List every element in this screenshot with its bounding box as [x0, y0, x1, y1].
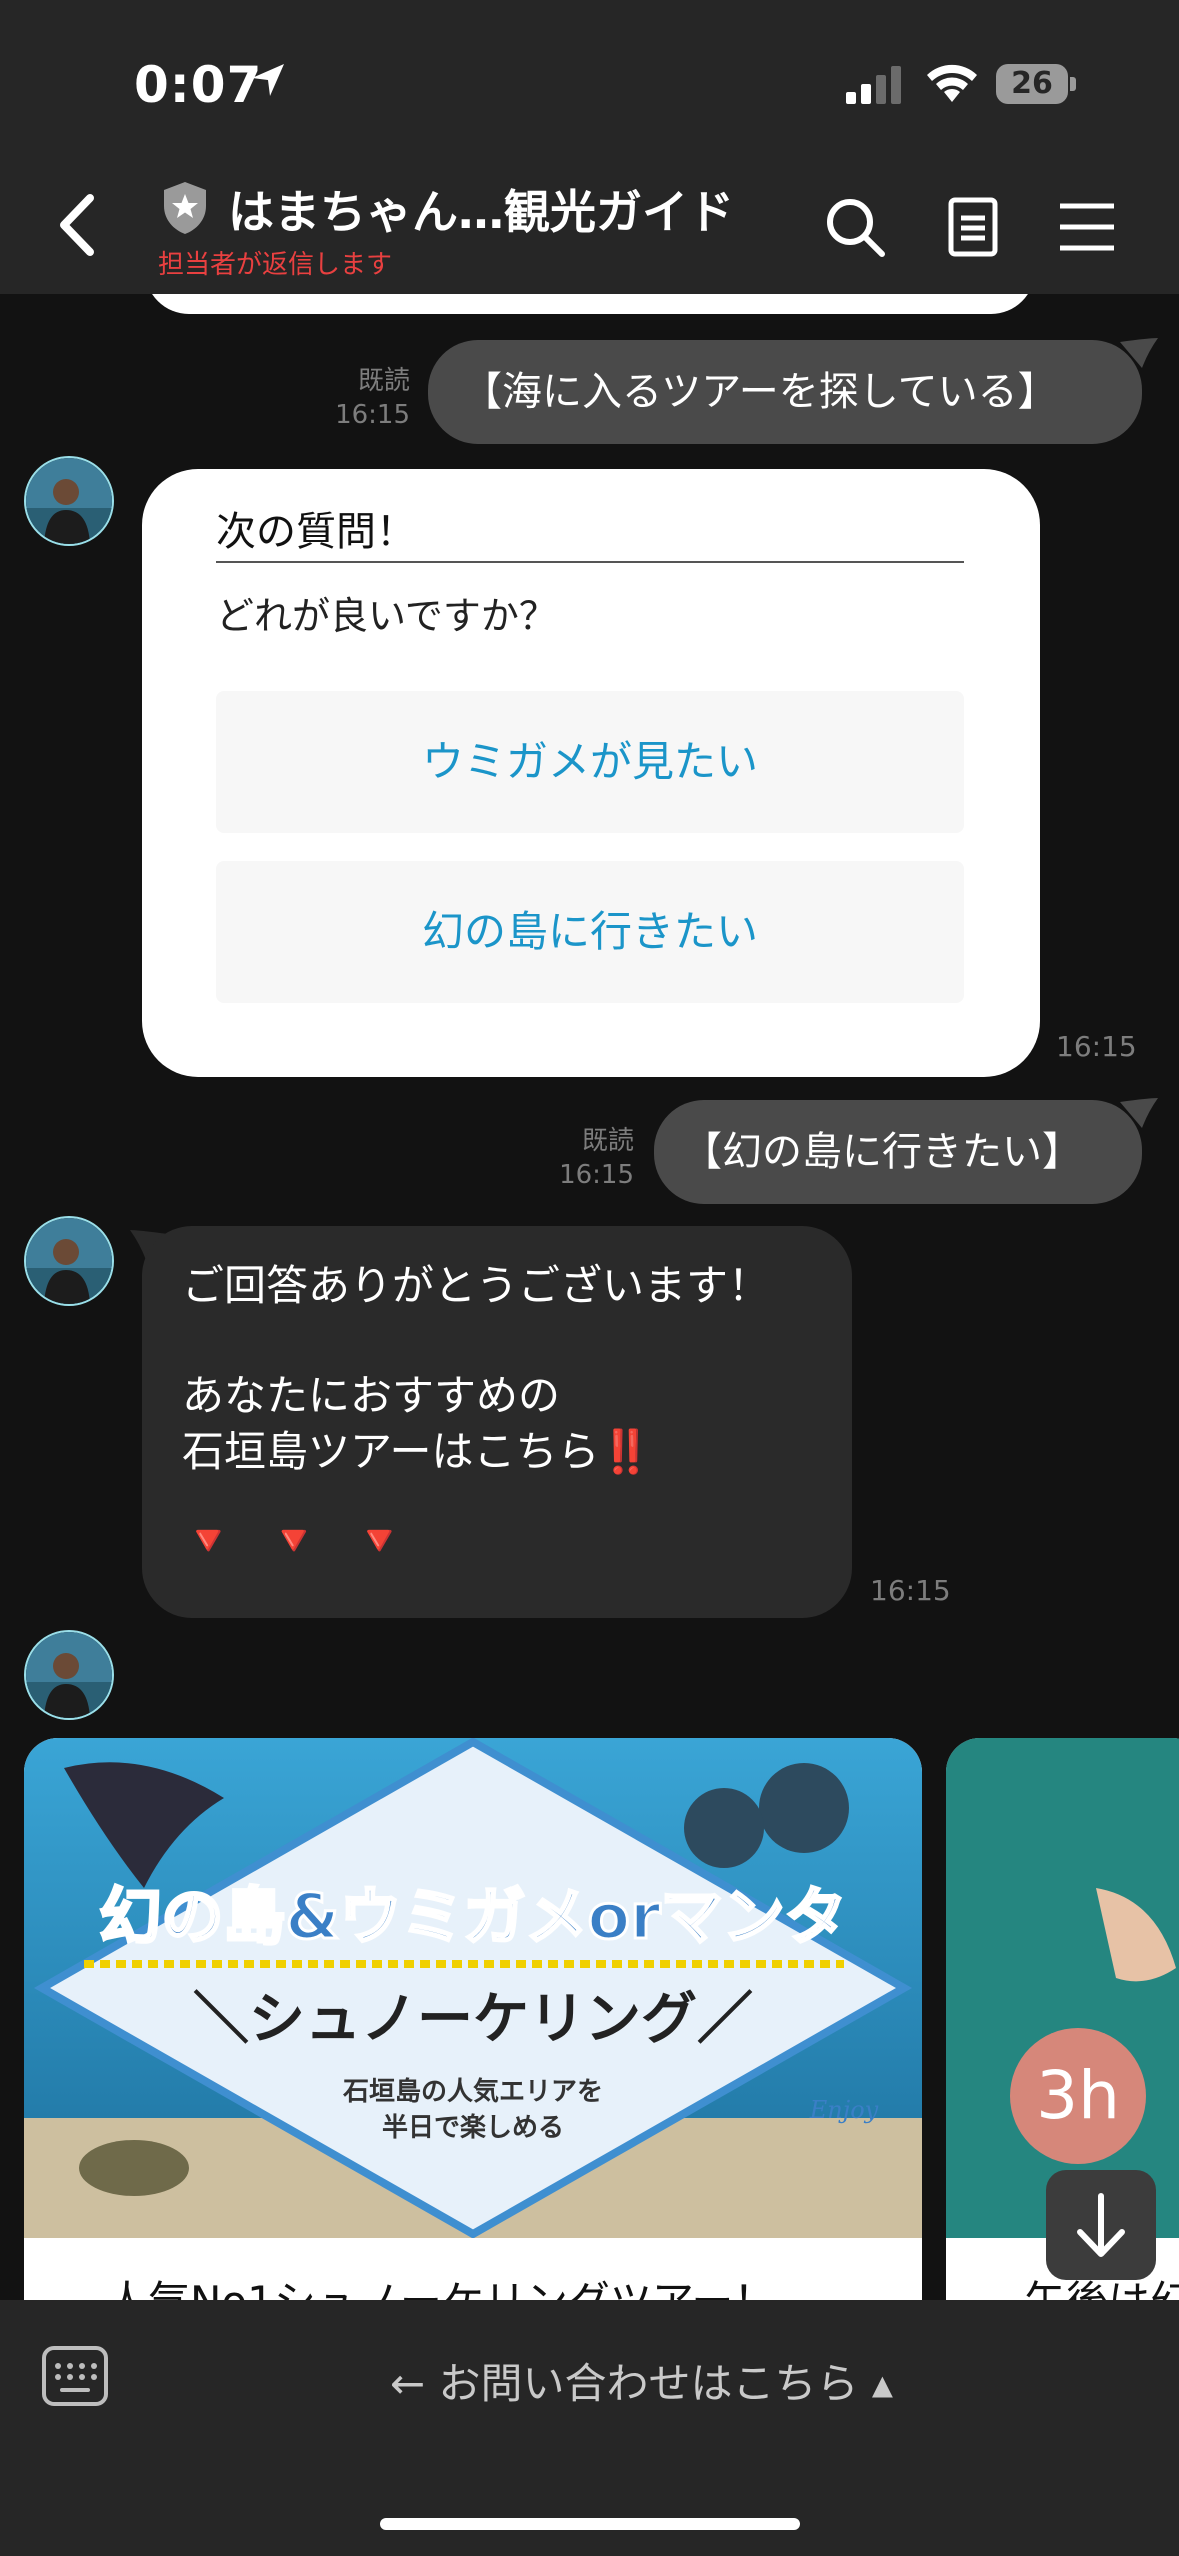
- rich-menu-toggle[interactable]: ← お問い合わせはこちら ▴: [390, 2350, 893, 2411]
- card-prompt: どれが良いですか？: [216, 594, 557, 638]
- avatar[interactable]: [24, 456, 114, 546]
- card-title: 次の質問！: [216, 509, 416, 555]
- read-receipt: 既読 16:15: [335, 366, 410, 430]
- verified-shield-icon: [164, 182, 206, 234]
- down-triangle-icons: 🔻 🔻 🔻: [182, 1516, 416, 1565]
- battery-level: 26: [1011, 66, 1053, 101]
- status-time: 0:07: [134, 56, 263, 114]
- option-button-turtle[interactable]: ウミガメが見たい: [216, 691, 964, 833]
- question-card: 次の質問！ どれが良いですか？ ウミガメが見たい 幻の島に行きたい: [142, 469, 1040, 1077]
- banner-caption: 半日で楽しめる: [382, 2113, 564, 2143]
- tour-banner-image: 幻の島&ウミガメorマンタ ＼シュノーケリング／ 石垣島の人気エリアを 半日で楽…: [24, 1738, 922, 2238]
- avatar[interactable]: [24, 1216, 114, 1306]
- menu-icon[interactable]: [1052, 192, 1122, 262]
- tour-banner-image: [946, 1738, 1179, 2238]
- message-line: 石垣島ツアーはこちら‼️: [182, 1427, 652, 1476]
- wifi-icon: [927, 64, 977, 102]
- previous-message-bubble: [145, 294, 1035, 314]
- keyboard-icon[interactable]: [40, 2344, 110, 2408]
- banner-title: 幻の島&ウミガメorマンタ: [99, 1880, 846, 1953]
- message-time: 16:15: [870, 1574, 951, 1607]
- message-line: ご回答ありがとうございます！: [182, 1261, 771, 1310]
- double-exclamation-icon: ‼️: [599, 1427, 652, 1476]
- avatar[interactable]: [24, 1630, 114, 1720]
- time-badge[interactable]: 3h: [1010, 2028, 1146, 2164]
- user-message-bubble[interactable]: 【幻の島に行きたい】: [654, 1100, 1142, 1204]
- read-receipt: 既読 16:15: [559, 1126, 634, 1190]
- bot-message-bubble[interactable]: ご回答ありがとうございます！ あなたにおすすめの 石垣島ツアーはこちら‼️ 🔻 …: [142, 1226, 852, 1618]
- chat-area[interactable]: 既読 16:15 【海に入るツアーを探している】 次の質問！ どれが良いですか？…: [0, 294, 1179, 2300]
- top-bar: 0:07 26 はまちゃん…観光ガイド 担当者が返信します: [0, 0, 1179, 294]
- cellular-signal-icon: [846, 66, 901, 104]
- banner-caption: 石垣島の人気エリアを: [342, 2076, 603, 2107]
- location-arrow-icon: [252, 64, 284, 96]
- tour-card[interactable]: 幻の島&ウミガメorマンタ ＼シュノーケリング／ 石垣島の人気エリアを 半日で楽…: [24, 1738, 922, 2300]
- chat-subtitle: 担当者が返信します: [158, 250, 393, 280]
- bubble-tail: [1120, 1098, 1158, 1128]
- banner-enjoy: Enjoy: [809, 2096, 879, 2124]
- home-indicator[interactable]: [380, 2518, 800, 2530]
- chat-title[interactable]: はまちゃん…観光ガイド: [228, 176, 734, 242]
- back-icon[interactable]: [50, 190, 110, 260]
- option-button-phantom-island[interactable]: 幻の島に行きたい: [216, 861, 964, 1003]
- tour-card-title: 人気No1シュノーケリングツアー！: [106, 2268, 775, 2300]
- message-time: 16:15: [1056, 1030, 1137, 1063]
- bottom-bar: ← お問い合わせはこちら ▴: [0, 2300, 1179, 2556]
- battery-icon: 26: [996, 64, 1076, 104]
- bubble-tail: [1120, 338, 1158, 368]
- scroll-down-icon[interactable]: [1046, 2170, 1156, 2280]
- banner-subtitle: ＼シュノーケリング／: [193, 1987, 753, 2052]
- user-message-bubble[interactable]: 【海に入るツアーを探している】: [428, 340, 1142, 444]
- search-icon[interactable]: [820, 192, 890, 262]
- card-divider: [216, 561, 964, 563]
- message-line: あなたにおすすめの: [182, 1371, 561, 1420]
- notes-icon[interactable]: [938, 192, 1008, 262]
